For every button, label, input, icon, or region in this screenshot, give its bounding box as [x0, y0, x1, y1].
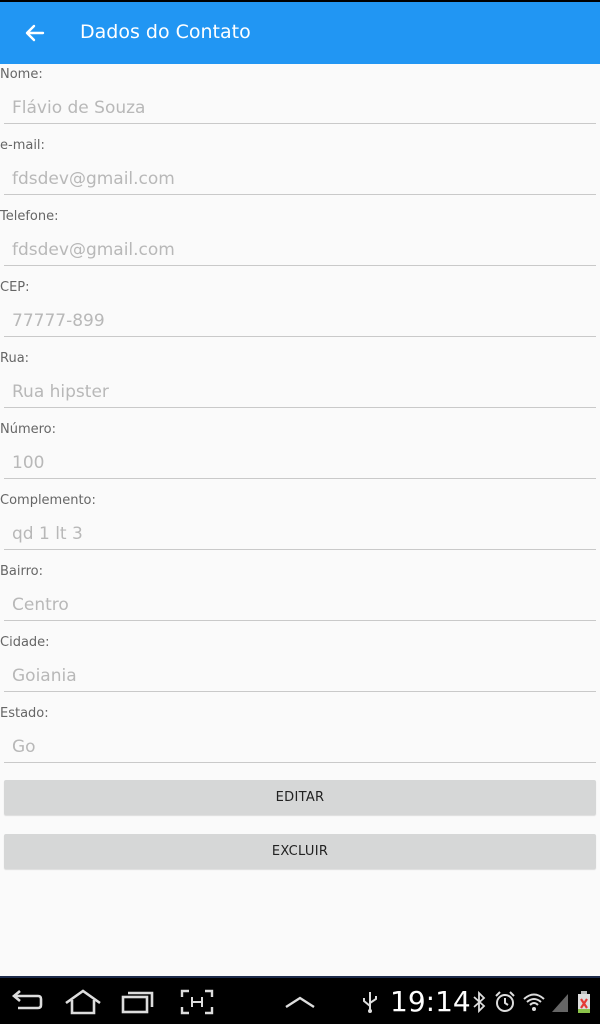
signal-status [550, 990, 570, 1014]
usb-icon [363, 992, 377, 1013]
usb-status [360, 990, 380, 1014]
delete-button[interactable]: EXCLUIR [4, 834, 596, 869]
app-bar: Dados do Contato [0, 2, 600, 64]
field-telefone: Telefone: fdsdev@gmail.com [0, 206, 600, 277]
field-underline [4, 762, 596, 763]
field-underline [4, 123, 596, 124]
nav-screenshot-button[interactable] [179, 988, 215, 1016]
wifi-status [522, 990, 546, 1014]
back-icon [11, 990, 43, 1010]
telefone-input[interactable]: fdsdev@gmail.com [12, 240, 175, 260]
field-estado: Estado: Go [0, 703, 600, 774]
email-input[interactable]: fdsdev@gmail.com [12, 169, 175, 189]
cep-input[interactable]: 77777-899 [12, 311, 105, 331]
field-rua: Rua: Rua hipster [0, 348, 600, 419]
back-button[interactable] [18, 16, 52, 50]
bairro-input[interactable]: Centro [12, 595, 69, 615]
field-underline [4, 336, 596, 337]
field-numero: Número: 100 [0, 419, 600, 490]
field-label: Bairro: [0, 564, 44, 579]
alarm-status [494, 990, 515, 1014]
field-complemento: Complemento: qd 1 lt 3 [0, 490, 600, 561]
nav-back-button[interactable] [8, 988, 44, 1016]
field-label: Complemento: [0, 493, 96, 508]
field-label: Telefone: [0, 209, 59, 224]
nome-input[interactable]: Flávio de Souza [12, 98, 145, 118]
contact-form: Nome: Flávio de Souza e-mail: fdsdev@gma… [0, 64, 600, 774]
complemento-input[interactable]: qd 1 lt 3 [12, 524, 83, 544]
screenshot-icon [180, 989, 214, 1015]
numero-input[interactable]: 100 [12, 453, 44, 473]
nav-expand-button[interactable] [282, 988, 318, 1016]
field-underline [4, 478, 596, 479]
field-label: Nome: [0, 67, 43, 82]
clock: 19:14 [390, 985, 471, 1018]
field-email: e-mail: fdsdev@gmail.com [0, 135, 600, 206]
field-label: Cidade: [0, 635, 50, 650]
field-label: CEP: [0, 280, 30, 295]
bluetooth-status [472, 990, 486, 1014]
field-bairro: Bairro: Centro [0, 561, 600, 632]
field-underline [4, 691, 596, 692]
field-underline [4, 407, 596, 408]
field-cep: CEP: 77777-899 [0, 277, 600, 348]
nav-recent-apps-button[interactable] [120, 988, 156, 1016]
field-label: Número: [0, 422, 57, 437]
cidade-input[interactable]: Goiania [12, 666, 77, 686]
page-title: Dados do Contato [80, 21, 251, 43]
field-underline [4, 265, 596, 266]
signal-icon [552, 994, 568, 1012]
field-nome: Nome: Flávio de Souza [0, 64, 600, 135]
arrow-back-icon [25, 24, 45, 42]
bluetooth-icon [473, 990, 486, 1014]
estado-input[interactable]: Go [12, 737, 36, 757]
field-underline [4, 620, 596, 621]
home-icon [65, 989, 101, 1015]
field-underline [4, 194, 596, 195]
system-navigation-bar: 19:14 [0, 976, 600, 1024]
alarm-icon [495, 991, 515, 1012]
wifi-icon [523, 993, 545, 1011]
battery-status [576, 990, 592, 1014]
field-label: Rua: [0, 351, 30, 366]
field-label: Estado: [0, 706, 49, 721]
rua-input[interactable]: Rua hipster [12, 382, 109, 402]
battery-icon [578, 991, 590, 1013]
recent-apps-icon [121, 991, 154, 1014]
edit-button[interactable]: EDITAR [4, 780, 596, 815]
chevron-up-icon [285, 996, 315, 1009]
field-label: e-mail: [0, 138, 45, 153]
field-underline [4, 549, 596, 550]
field-cidade: Cidade: Goiania [0, 632, 600, 703]
nav-home-button[interactable] [63, 988, 101, 1016]
